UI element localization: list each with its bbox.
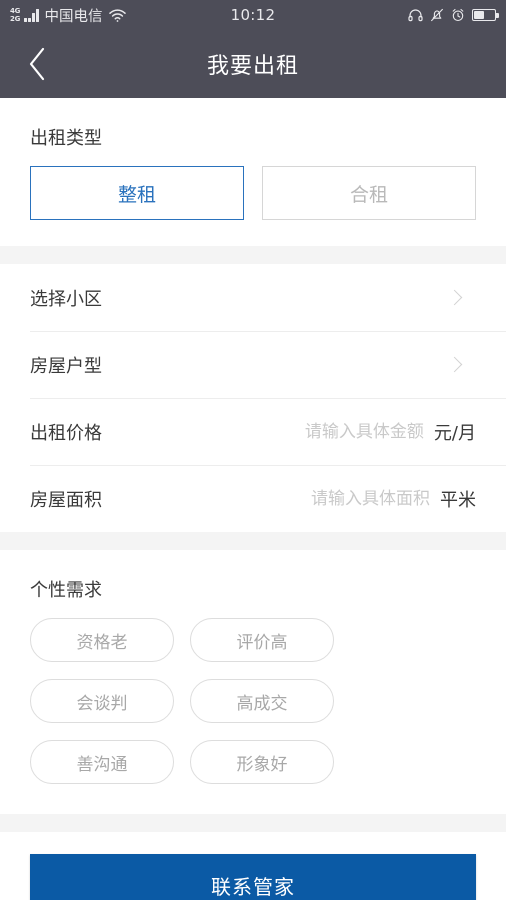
row-label: 出租价格 bbox=[30, 422, 102, 444]
rent-type-section: 出租类型 整租 合租 bbox=[0, 98, 506, 246]
page-title: 我要出租 bbox=[206, 54, 299, 79]
preference-tag[interactable]: 会谈判 bbox=[30, 679, 174, 723]
status-bar-right bbox=[408, 8, 499, 22]
chevron-right-icon bbox=[446, 356, 463, 373]
carrier-name: 中国电信 bbox=[44, 8, 103, 25]
property-form-section: 选择小区 房屋户型 出租价格 元/月 房屋面积 平米 bbox=[0, 264, 506, 532]
section-divider bbox=[0, 246, 506, 264]
title-bar: 我要出租 bbox=[0, 30, 506, 98]
section-divider bbox=[0, 814, 506, 832]
network-gen-secondary: 2G bbox=[10, 15, 21, 23]
row-label: 选择小区 bbox=[30, 288, 102, 310]
wifi-icon bbox=[108, 8, 126, 22]
preferences-label: 个性需求 bbox=[30, 580, 102, 601]
battery-icon bbox=[472, 9, 499, 21]
house-area-input[interactable] bbox=[200, 488, 430, 509]
signal-strength-icon bbox=[24, 8, 39, 22]
row-house-layout[interactable]: 房屋户型 bbox=[0, 331, 506, 398]
rental-price-unit: 元/月 bbox=[433, 422, 476, 444]
app-screen: 4G 2G 中国电信 10:12 我要出租 出租类型 整租 合租 选择小区 房屋… bbox=[0, 0, 506, 900]
section-divider bbox=[0, 532, 506, 550]
rent-type-option-shared[interactable]: 合租 bbox=[262, 166, 476, 220]
preference-tag[interactable]: 评价高 bbox=[190, 618, 334, 662]
rent-type-options: 整租 合租 bbox=[0, 150, 506, 246]
cta-section: 联系管家 bbox=[0, 832, 506, 900]
headphone-icon bbox=[408, 8, 423, 22]
row-label: 房屋面积 bbox=[30, 489, 102, 511]
status-bar-left: 4G 2G 中国电信 bbox=[10, 5, 126, 26]
row-house-area[interactable]: 房屋面积 平米 bbox=[0, 465, 506, 532]
row-rental-price[interactable]: 出租价格 元/月 bbox=[0, 398, 506, 465]
back-chevron-icon bbox=[26, 46, 48, 82]
bell-muted-icon bbox=[430, 8, 444, 22]
network-gen-primary: 4G bbox=[10, 7, 21, 15]
rent-type-option-whole[interactable]: 整租 bbox=[30, 166, 244, 220]
alarm-clock-icon bbox=[451, 8, 465, 22]
rent-type-label: 出租类型 bbox=[30, 128, 102, 149]
preference-tag[interactable]: 高成交 bbox=[190, 679, 334, 723]
back-button[interactable] bbox=[12, 30, 62, 98]
preference-tag[interactable]: 资格老 bbox=[30, 618, 174, 662]
rental-price-input[interactable] bbox=[193, 421, 424, 442]
preference-tag[interactable]: 形象好 bbox=[190, 740, 334, 784]
contact-manager-button[interactable]: 联系管家 bbox=[30, 854, 476, 900]
chevron-right-icon bbox=[446, 289, 463, 306]
status-bar: 4G 2G 中国电信 10:12 bbox=[0, 0, 506, 30]
network-generation-icon: 4G 2G bbox=[10, 7, 20, 23]
preference-tag-list: 资格老 评价高 会谈判 高成交 善沟通 形象好 bbox=[0, 602, 506, 814]
row-select-community[interactable]: 选择小区 bbox=[0, 264, 506, 331]
preference-tag[interactable]: 善沟通 bbox=[30, 740, 174, 784]
house-area-unit: 平米 bbox=[440, 489, 476, 511]
row-label: 房屋户型 bbox=[30, 355, 102, 377]
preferences-section: 个性需求 资格老 评价高 会谈判 高成交 善沟通 形象好 bbox=[0, 550, 506, 814]
